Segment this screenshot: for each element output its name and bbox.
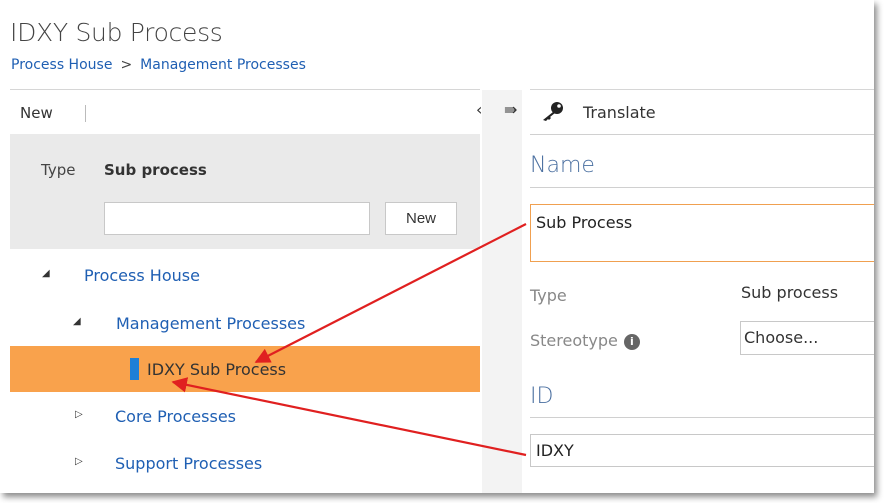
tree-node-label[interactable]: Management Processes — [116, 314, 305, 333]
breadcrumb-management-processes[interactable]: Management Processes — [140, 57, 306, 73]
type-filter: Type Sub process New — [10, 134, 480, 249]
info-icon[interactable]: i — [623, 334, 640, 350]
collapse-panel-icon[interactable]: ‹ — [476, 100, 482, 119]
expanded-arrow-icon[interactable]: ◢ — [42, 268, 50, 279]
new-item-button[interactable]: New — [385, 202, 457, 235]
tree-node-core-processes[interactable]: ▷ Core Processes — [10, 393, 480, 439]
expand-panel-icon[interactable]: ⇛ — [504, 100, 517, 119]
name-field[interactable]: Sub Process — [530, 204, 874, 262]
id-heading: ID — [530, 384, 554, 409]
divider-line — [530, 187, 874, 188]
stereotype-select[interactable]: Choose... — [740, 321, 874, 355]
toolbar-separator — [85, 105, 86, 122]
left-toolbar: New — [10, 90, 480, 134]
new-button[interactable]: New — [20, 104, 53, 122]
process-tree: ◢ Process House ◢ Management Processes I… — [10, 252, 480, 493]
type-property-label: Type — [530, 286, 567, 305]
details-toolbar: Translate — [530, 90, 874, 134]
collapsed-arrow-icon[interactable]: ▷ — [75, 456, 83, 467]
new-item-name-input[interactable] — [104, 202, 370, 235]
key-icon[interactable] — [540, 100, 566, 122]
stereotype-label: Stereotype i — [530, 331, 640, 350]
tree-node-management-processes[interactable]: ◢ Management Processes — [10, 300, 480, 346]
breadcrumb-process-house[interactable]: Process House — [11, 57, 112, 73]
tree-node-idxy-sub-process[interactable]: IDXY Sub Process — [10, 346, 480, 392]
translate-button[interactable]: Translate — [583, 103, 656, 122]
type-value: Sub process — [104, 161, 207, 179]
type-label: Type — [41, 161, 76, 179]
breadcrumb-separator: > — [120, 57, 133, 73]
tree-node-label[interactable]: IDXY Sub Process — [147, 360, 286, 379]
tree-node-label[interactable]: Process House — [84, 266, 200, 285]
type-property-value: Sub process — [741, 283, 839, 302]
tree-node-process-house[interactable]: ◢ Process House — [10, 252, 480, 298]
stereotype-label-text: Stereotype — [530, 331, 618, 350]
tree-node-support-processes[interactable]: ▷ Support Processes — [10, 440, 480, 486]
tree-node-label[interactable]: Core Processes — [115, 407, 236, 426]
panel-splitter[interactable] — [482, 90, 522, 493]
breadcrumb: Process House > Management Processes — [11, 57, 306, 73]
divider-line — [530, 417, 874, 418]
page-title: IDXY Sub Process — [10, 18, 223, 47]
sub-process-marker-icon — [130, 358, 139, 380]
name-heading: Name — [530, 153, 595, 178]
tree-node-label[interactable]: Support Processes — [115, 454, 262, 473]
divider-line — [530, 134, 874, 135]
collapsed-arrow-icon[interactable]: ▷ — [75, 409, 83, 420]
app-window: IDXY Sub Process Process House > Managem… — [0, 0, 874, 493]
expanded-arrow-icon[interactable]: ◢ — [73, 316, 81, 327]
id-field[interactable]: IDXY — [530, 434, 874, 467]
